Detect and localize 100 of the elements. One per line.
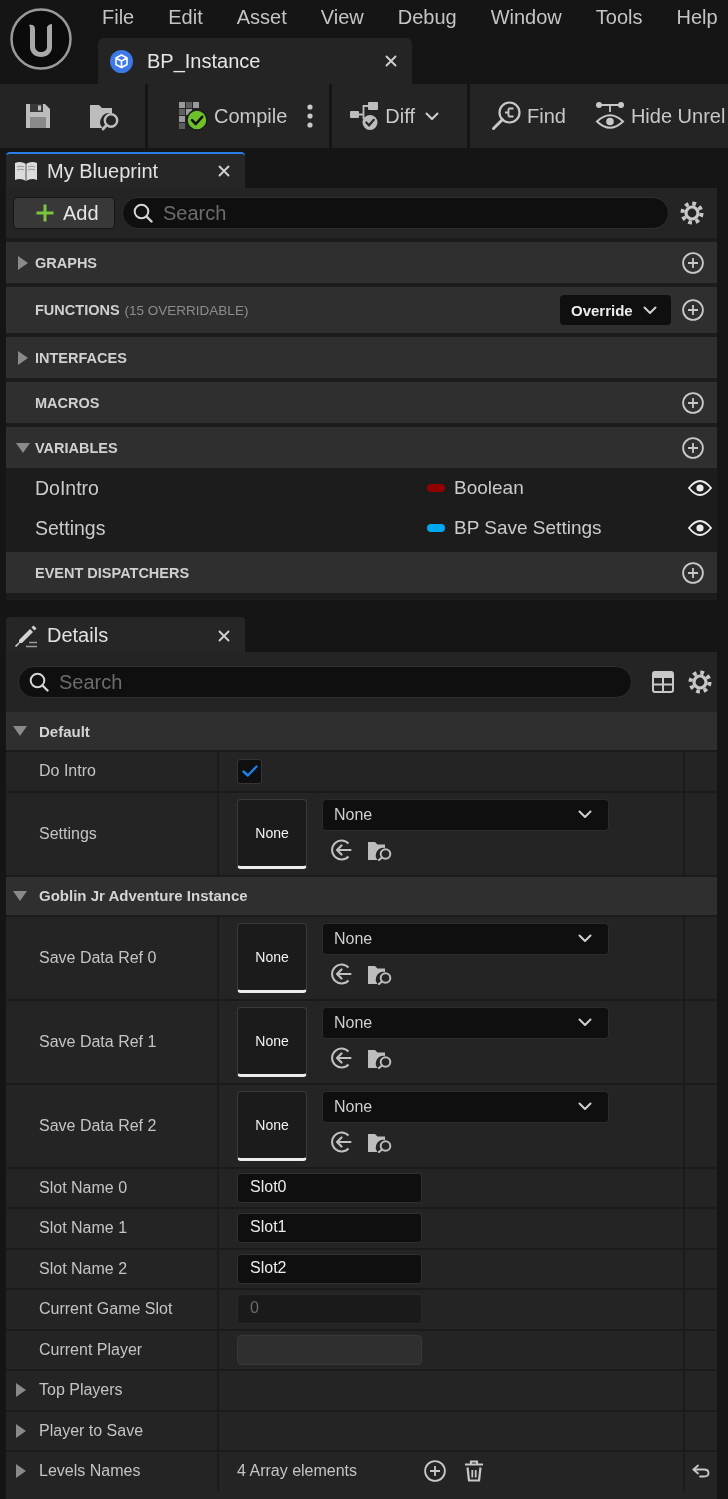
nodes-check-icon (349, 101, 380, 131)
category-title: Default (39, 722, 90, 740)
variable-name[interactable]: DoIntro (35, 476, 427, 500)
arrow-left-circle-icon[interactable] (330, 962, 352, 985)
arrow-left-circle-icon[interactable] (330, 1046, 352, 1069)
save-icon[interactable] (25, 103, 51, 129)
settings-icon[interactable] (688, 670, 712, 694)
chevron-down-icon (643, 305, 657, 315)
section-title: FUNCTIONS (35, 302, 120, 318)
chevron-down-icon (578, 934, 592, 943)
search-field[interactable]: Search (18, 666, 632, 698)
caret-right-icon[interactable] (18, 350, 28, 365)
section-title: VARIABLES (35, 439, 118, 456)
property-label: Player to Save (39, 1421, 144, 1440)
text-field[interactable]: Slot1 (237, 1213, 422, 1244)
close-icon[interactable] (218, 629, 230, 642)
property-label: Levels Names (39, 1462, 141, 1481)
section-note: (15 OVERRIDABLE) (124, 302, 249, 318)
section-header[interactable]: FUNCTIONS (15 OVERRIDABLE) Override (6, 287, 717, 333)
check-badge-icon (178, 101, 208, 131)
section-header[interactable]: EVENT DISPATCHERS (6, 552, 717, 593)
property-label: Save Data Ref 2 (39, 1116, 157, 1135)
hide-unrelated-button[interactable]: Hide Unrel (594, 101, 726, 131)
caret-right-icon[interactable] (16, 1464, 26, 1479)
caret-down-icon[interactable] (13, 726, 27, 736)
section-header[interactable]: INTERFACES (6, 337, 717, 378)
add-icon[interactable] (682, 299, 704, 321)
book-icon (14, 160, 38, 182)
logo-icon[interactable] (10, 8, 72, 70)
eye-icon[interactable] (688, 520, 712, 536)
menu-item[interactable]: File (102, 5, 135, 29)
variable-type: Boolean (454, 477, 524, 499)
diff-button[interactable]: Diff (349, 101, 439, 131)
add-icon[interactable] (424, 1460, 446, 1483)
section-header[interactable]: GRAPHS (6, 242, 717, 283)
section-header[interactable]: VARIABLES (6, 427, 717, 468)
section-header[interactable]: MACROS (6, 382, 717, 423)
pencil-icon (14, 623, 38, 648)
caret-right-icon[interactable] (16, 1423, 26, 1438)
trash-icon[interactable] (464, 1460, 484, 1483)
override-dropdown[interactable]: Override (560, 295, 671, 325)
property-label: Slot Name 1 (39, 1219, 128, 1238)
panel-tab[interactable]: My Blueprint (6, 152, 245, 188)
caret-right-icon[interactable] (16, 1383, 26, 1398)
asset-thumbnail: None (237, 922, 307, 993)
nodes-eye-icon (594, 101, 625, 131)
property-label: Slot Name 0 (39, 1178, 128, 1197)
eye-icon[interactable] (688, 480, 712, 496)
document-tab[interactable]: BP_Instance (98, 38, 412, 84)
variable-name[interactable]: Settings (35, 516, 427, 540)
close-icon[interactable] (385, 55, 397, 67)
menu-item[interactable]: Debug (397, 5, 457, 29)
panel-tab[interactable]: Details (6, 617, 245, 652)
table-view-icon[interactable] (652, 671, 674, 693)
asset-dropdown[interactable]: None (322, 922, 609, 955)
asset-dropdown[interactable]: None (322, 798, 609, 831)
search-field[interactable]: Search (122, 197, 669, 229)
text-field[interactable]: Slot2 (237, 1253, 422, 1284)
search-icon (133, 203, 153, 223)
menu-item[interactable]: Help (676, 5, 718, 29)
close-icon[interactable] (218, 165, 230, 177)
property-label: Current Player (39, 1340, 143, 1359)
cube-icon (110, 49, 133, 73)
kebab-menu-icon[interactable] (307, 104, 314, 128)
arrow-left-circle-icon[interactable] (330, 838, 352, 861)
menu-item[interactable]: View (320, 5, 364, 29)
section-title: EVENT DISPATCHERS (35, 564, 190, 581)
add-icon[interactable] (682, 391, 704, 414)
asset-dropdown[interactable]: None (322, 1006, 609, 1039)
settings-icon[interactable] (680, 201, 704, 225)
plus-icon (35, 203, 55, 223)
asset-thumbnail: None (237, 798, 307, 869)
search-icon (491, 101, 521, 131)
menu-item[interactable]: Tools (595, 5, 643, 29)
chevron-down-icon (425, 111, 439, 121)
section-title: MACROS (35, 394, 100, 411)
category-title: Goblin Jr Adventure Instance (39, 887, 248, 904)
caret-down-icon[interactable] (16, 442, 30, 453)
add-button[interactable]: Add (13, 197, 115, 229)
checkbox[interactable] (237, 758, 262, 784)
add-icon[interactable] (682, 251, 704, 274)
reset-icon[interactable] (692, 1464, 710, 1479)
chevron-down-icon (578, 1018, 592, 1027)
find-button[interactable]: Find (491, 101, 566, 131)
asset-dropdown[interactable]: None (322, 1090, 609, 1123)
menu-item[interactable]: Window (490, 5, 562, 29)
add-icon[interactable] (682, 561, 704, 584)
arrow-left-circle-icon[interactable] (330, 1130, 352, 1153)
asset-thumbnail: None (237, 1090, 307, 1161)
text-field[interactable]: Slot0 (237, 1172, 422, 1203)
menu-item[interactable]: Edit (168, 5, 203, 29)
property-label: Top Players (39, 1381, 123, 1400)
compile-button[interactable]: Compile (178, 101, 288, 131)
category-header[interactable]: Goblin Jr Adventure Instance (6, 874, 717, 915)
caret-down-icon[interactable] (13, 890, 27, 901)
add-icon[interactable] (682, 436, 704, 459)
menu-item[interactable]: Asset (236, 5, 287, 29)
category-header[interactable]: Default (6, 712, 717, 750)
property-label: Do Intro (39, 762, 96, 781)
caret-right-icon[interactable] (18, 255, 28, 270)
